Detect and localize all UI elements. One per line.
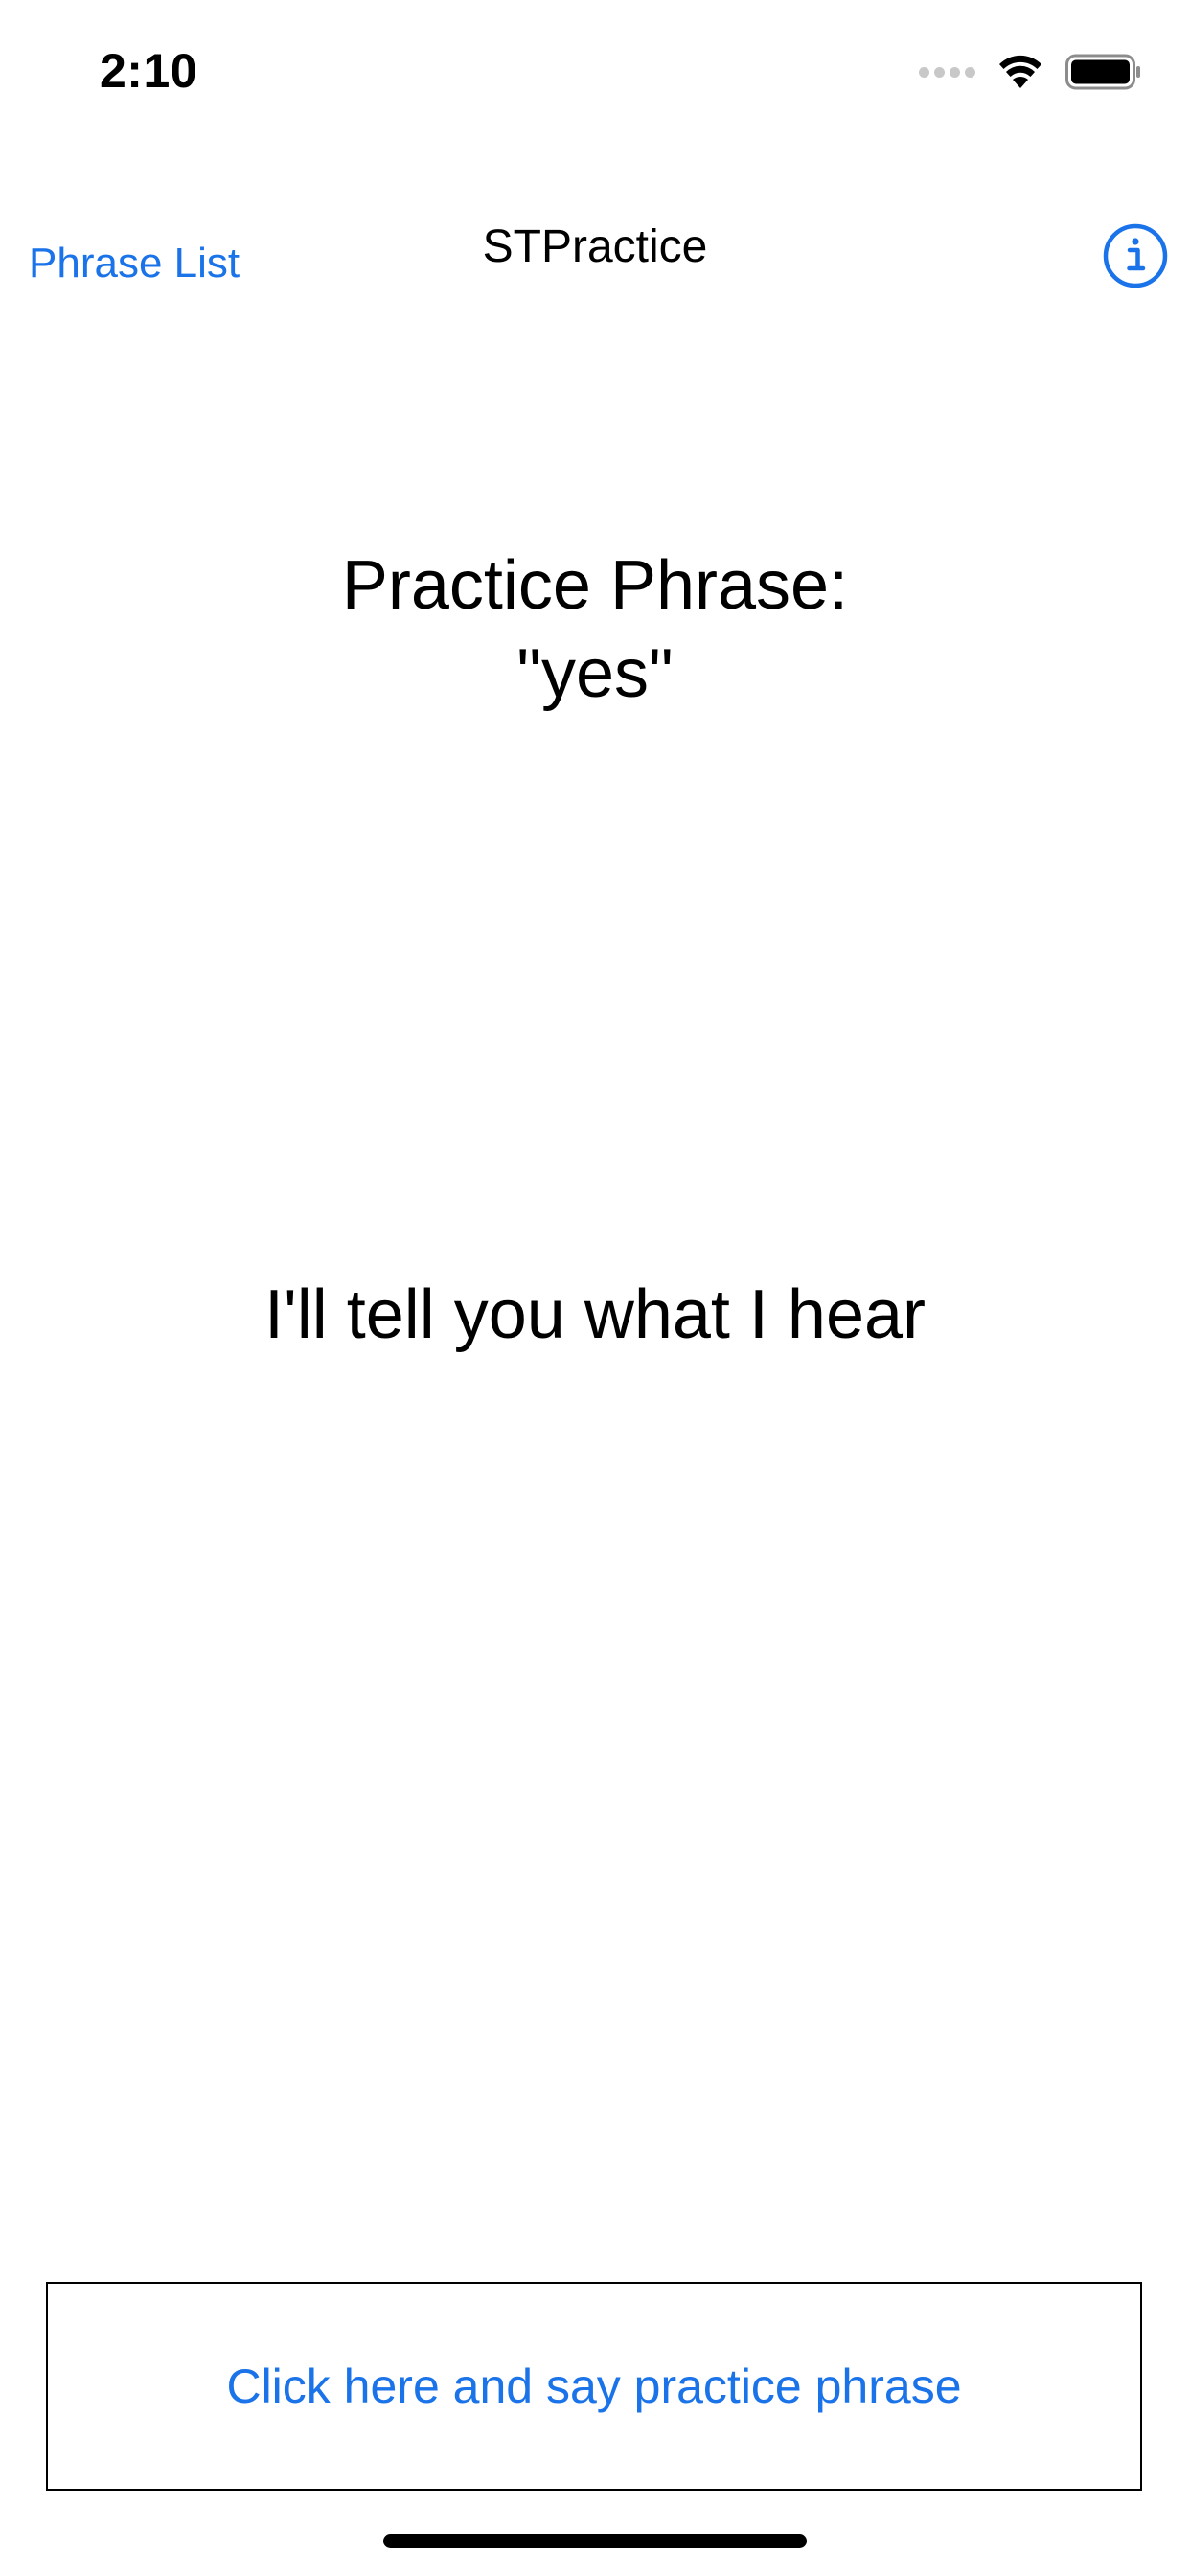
status-icons [919, 50, 1142, 94]
navigation-bar: Phrase List STPractice [0, 192, 1190, 326]
battery-icon [1065, 54, 1140, 90]
status-time: 2:10 [100, 44, 198, 98]
home-indicator[interactable] [383, 2534, 807, 2548]
status-bar: 2:10 [0, 0, 1190, 144]
cellular-signal-icon [919, 66, 975, 78]
practice-phrase-text: "yes" [516, 635, 674, 712]
practice-phrase-label: Practice Phrase: [341, 547, 849, 624]
info-circle-icon [1103, 223, 1168, 288]
page-title: STPractice [482, 221, 708, 272]
say-phrase-button[interactable]: Click here and say practice phrase [46, 2282, 1142, 2491]
recognized-speech-text: I'll tell you what I hear [263, 1276, 927, 1353]
info-button[interactable] [1102, 222, 1169, 289]
wifi-icon [999, 55, 1041, 88]
